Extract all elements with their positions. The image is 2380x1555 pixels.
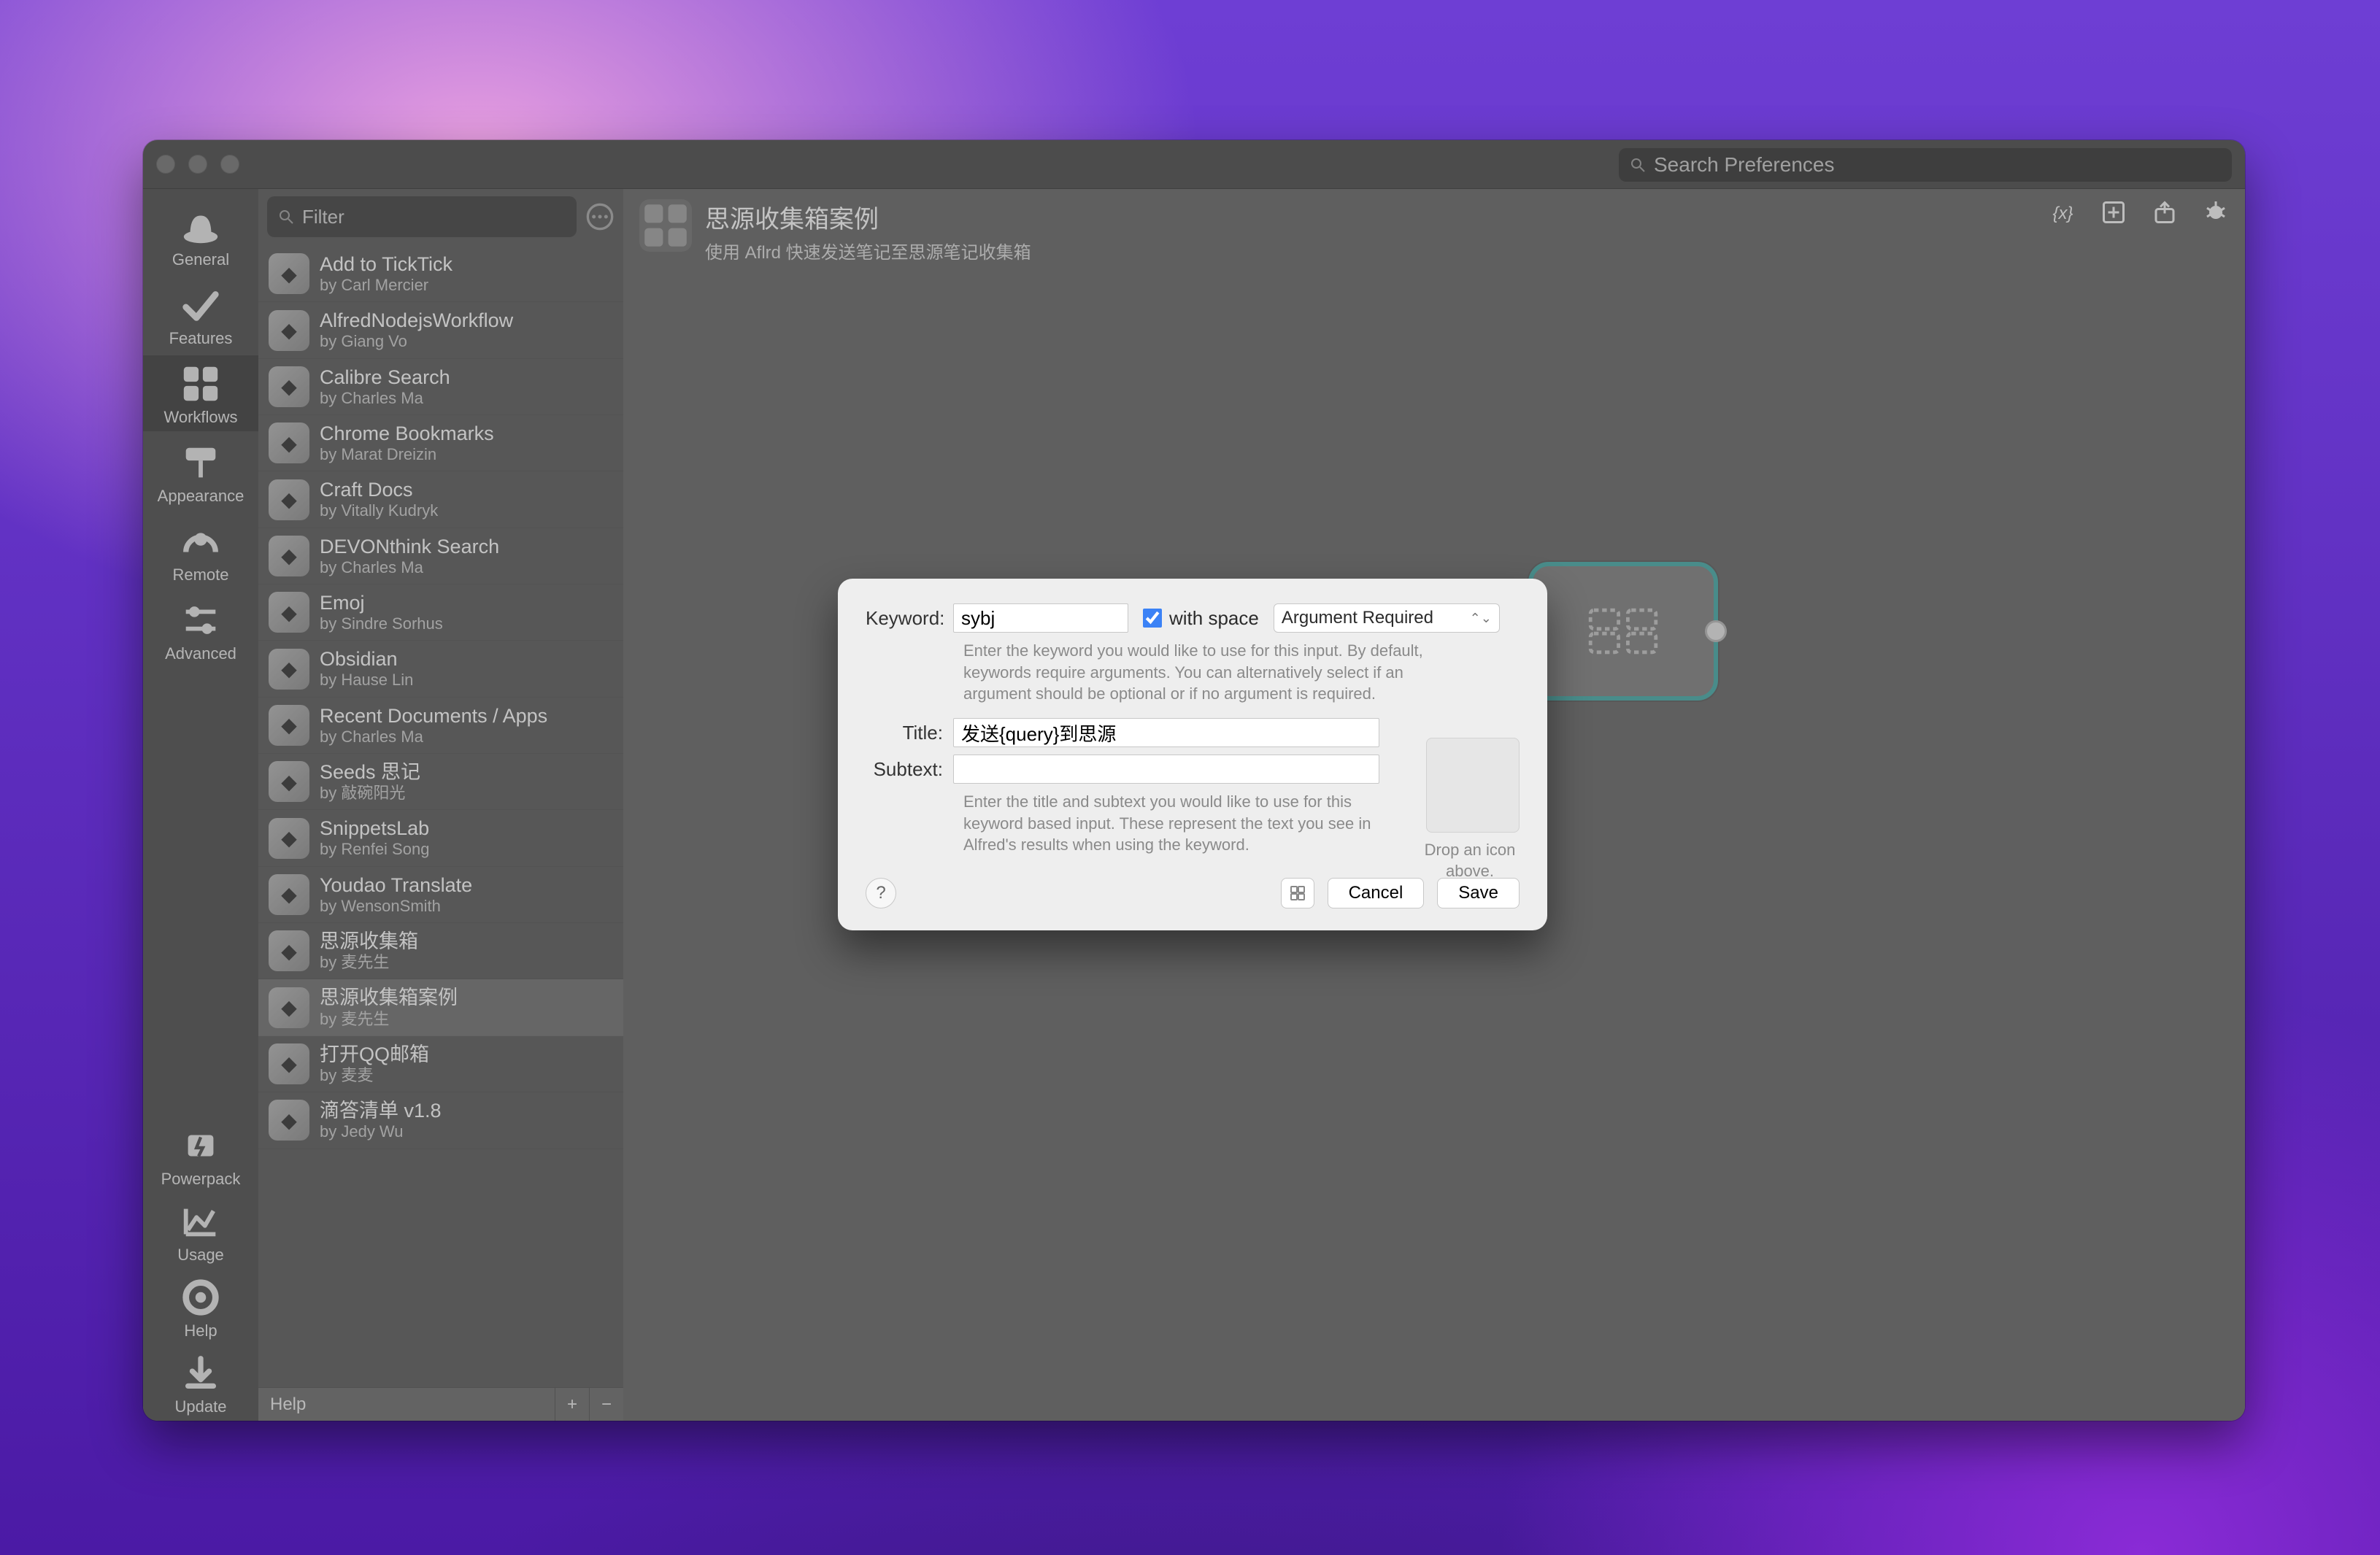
icon-dropzone[interactable] bbox=[1426, 738, 1520, 833]
title-label: Title: bbox=[866, 722, 953, 744]
title-input[interactable] bbox=[953, 718, 1379, 747]
argument-select[interactable]: Argument Required ⌃⌄ bbox=[1274, 603, 1500, 633]
cancel-button[interactable]: Cancel bbox=[1328, 878, 1425, 908]
with-space-checkbox[interactable] bbox=[1143, 609, 1162, 628]
argument-select-value: Argument Required bbox=[1282, 608, 1433, 628]
chevron-updown-icon: ⌃⌄ bbox=[1470, 611, 1492, 626]
keyword-label: Keyword: bbox=[866, 607, 953, 630]
subtext-input[interactable] bbox=[953, 755, 1379, 784]
keyword-input[interactable] bbox=[953, 603, 1128, 633]
modal-help-button[interactable]: ? bbox=[866, 878, 896, 908]
save-button[interactable]: Save bbox=[1437, 878, 1520, 908]
title-help-text: Enter the title and subtext you would li… bbox=[963, 791, 1387, 856]
with-space-label: with space bbox=[1169, 607, 1259, 630]
grid-icon bbox=[1289, 884, 1306, 902]
desktop-wallpaper: Search Preferences General Features Work… bbox=[0, 0, 2380, 1555]
subtext-label: Subtext: bbox=[866, 758, 953, 781]
icon-dropzone-label: Drop an icon above. bbox=[1414, 840, 1525, 881]
modal-grid-button[interactable] bbox=[1281, 878, 1314, 908]
keyword-help-text: Enter the keyword you would like to use … bbox=[963, 640, 1474, 705]
keyword-config-modal: Keyword: with space Argument Required ⌃⌄… bbox=[838, 579, 1547, 930]
